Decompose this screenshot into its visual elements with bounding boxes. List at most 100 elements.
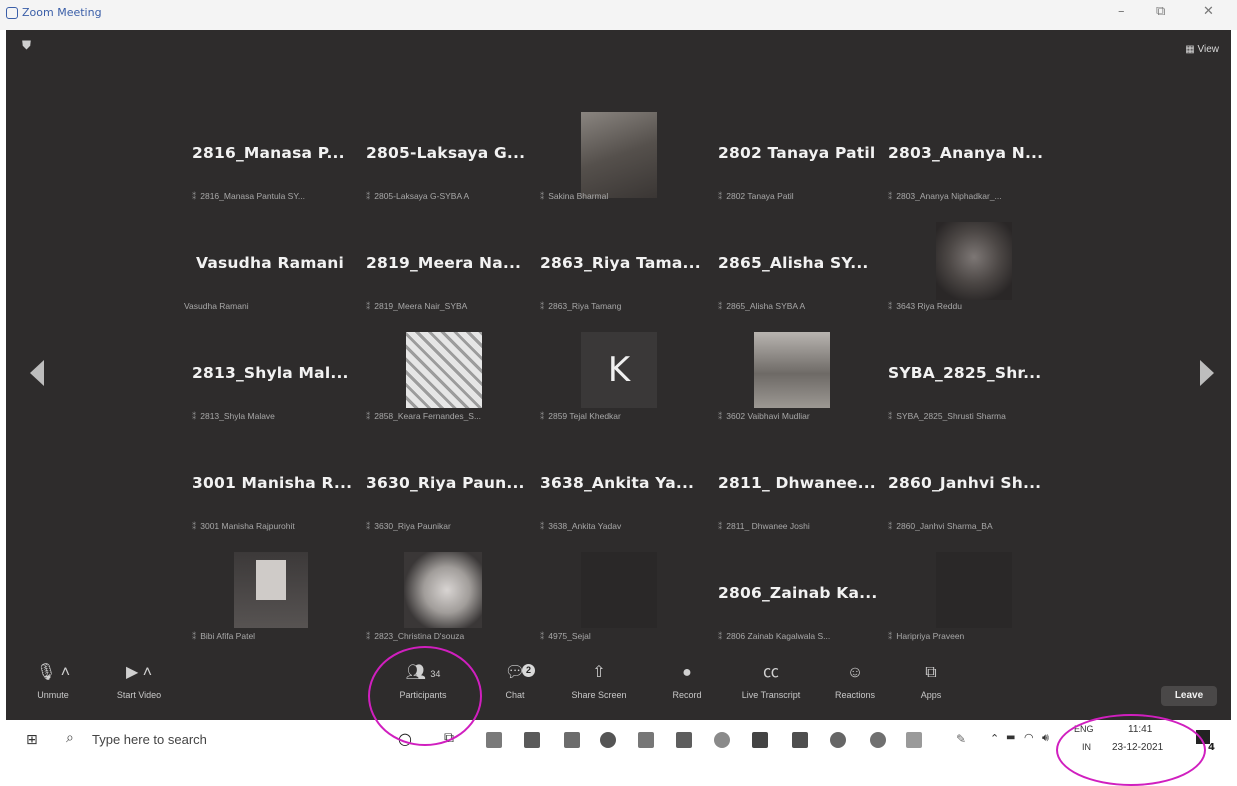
mic-muted-icon: ⁑ [888,631,893,641]
participant-tile[interactable]: 2863_Riya Tama... ⁑ 2863_Riya Tamang [536,222,708,332]
share-screen-icon: ⇧ [592,664,606,681]
windows-start-icon[interactable]: ⊞ [26,732,38,748]
participant-name: 4975_Sejal [548,631,591,641]
mic-muted-icon: ⁑ [888,521,893,531]
taskbar-search-input[interactable]: Type here to search [92,732,207,747]
minimize-button[interactable]: – [1118,4,1125,19]
participant-tile[interactable]: ⁑ Haripriya Praveen [884,552,1056,662]
participant-tile[interactable]: ⁑ 2858_Keara Fernandes_S... [362,332,534,442]
participant-tile[interactable]: 3001 Manisha R... ⁑ 3001 Manisha Rajpuroh… [188,442,360,552]
participant-tile[interactable]: 3638_Ankita Ya... ⁑ 3638_Ankita Yadav [536,442,708,552]
participant-name: 2806 Zainab Kagalwala S... [726,631,831,641]
start-video-button[interactable]: ▶︎ ˄ Start Video [102,662,176,700]
participant-tile[interactable]: 2811_ Dhwanee... ⁑ 2811_ Dhwanee Joshi [714,442,886,552]
participant-tile[interactable]: ⁑ Sakina Bharmal [536,112,708,222]
participant-tile[interactable]: ⁑ 3643 Riya Reddu [884,222,1056,332]
mic-muted-icon: ⁑ [540,191,545,201]
participant-tile[interactable]: ⁑ 2823_Christina D'souza [362,552,534,662]
network-icon[interactable]: ◠ [1024,731,1034,744]
participant-display-name: 2811_ Dhwanee... [718,474,876,492]
participant-name: Sakina Bharmal [548,191,609,201]
pen-icon[interactable]: ✎ [956,732,966,746]
file-explorer-icon[interactable] [486,732,502,748]
apps-icon: ⧉ [925,664,937,681]
participant-tile[interactable]: 2803_Ananya N... ⁑ 2803_Ananya Niphadkar_… [884,112,1056,222]
participant-tile[interactable]: 2805-Laksaya G... ⁑ 2805-Laksaya G-SYBA A [362,112,534,222]
participant-name: 2858_Keara Fernandes_S... [374,411,482,421]
smiley-icon: ☺ [846,664,864,681]
app-icon[interactable] [752,732,768,748]
chat-button[interactable]: 💬︎ 2 Chat [478,662,552,700]
mic-muted-icon: ⁑ [718,301,723,311]
meeting-toolbar: 🎙︎ ˄ Unmute ▶︎ ˄ Start Video 👥︎ 34 Parti… [6,650,1231,720]
participant-name: 2859 Tejal Khedkar [548,411,621,421]
previous-page-arrow-icon[interactable] [30,360,44,386]
restore-button[interactable]: ⧉ [1156,4,1165,19]
participant-tile[interactable]: 2813_Shyla Mal... ⁑ 2813_Shyla Malave [188,332,360,442]
word-icon[interactable] [524,732,540,748]
participant-tile[interactable]: ⁑ Bibi Afifa Patel [188,552,360,662]
participant-tile[interactable]: 2865_Alisha SY... ⁑ 2865_Alisha SYBA A [714,222,886,332]
participant-tile[interactable]: 2806_Zainab Ka... ⁑ 2806 Zainab Kagalwala… [714,552,886,662]
participant-tile[interactable]: ⁑ 4975_Sejal [536,552,708,662]
participant-name: 2802 Tanaya Patil [726,191,794,201]
participant-display-name: 2863_Riya Tama... [540,254,701,272]
browser-profile-icon[interactable] [870,732,886,748]
show-hidden-icons-icon[interactable]: ⌃ [990,732,999,745]
annotation-circle-participants [368,646,482,746]
participant-tile[interactable]: 2816_Manasa P... ⁑ 2816_Manasa Pantula SY… [188,112,360,222]
participant-name: 3001 Manisha Rajpurohit [200,521,295,531]
mail-icon[interactable] [564,732,580,748]
participant-video [754,332,830,408]
participant-display-name: 2819_Meera Na... [366,254,522,272]
participant-avatar: K [581,332,657,408]
closed-caption-icon: ㏄ [762,664,779,681]
participant-name: 2816_Manasa Pantula SY... [200,191,306,201]
mic-muted-icon: ⁑ [366,411,371,421]
next-page-arrow-icon[interactable] [1200,360,1214,386]
title-bar: Zoom Meeting – ⧉ ✕ [0,0,1237,30]
record-button[interactable]: ● Record [650,662,724,700]
start-video-label: Start Video [116,690,162,700]
apps-button[interactable]: ⧉ Apps [894,662,968,700]
microphone-muted-icon: 🎙︎ ˄ [35,664,71,681]
edge-icon[interactable] [714,732,730,748]
participant-name: Haripriya Praveen [896,631,965,641]
video-off-icon: ▶︎ ˄ [125,664,153,681]
participant-tile[interactable]: Vasudha Ramani Vasudha Ramani [184,222,360,332]
unmute-label: Unmute [37,690,69,700]
speaker-icon[interactable]: 🔊︎ [1042,731,1049,745]
chat-badge: 2 [522,664,535,677]
apps-label: Apps [920,690,942,700]
notification-count: 4 [1208,742,1215,753]
powerpoint-icon[interactable] [676,732,692,748]
close-button[interactable]: ✕ [1203,4,1214,19]
participant-tile[interactable]: SYBA_2825_Shr... ⁑ SYBA_2825_Shrusti Shar… [884,332,1056,442]
monitor-app-icon[interactable] [906,732,922,748]
reactions-button[interactable]: ☺ Reactions [818,662,892,700]
battery-icon: ▬ [1006,732,1016,743]
share-screen-button[interactable]: ⇧ Share Screen [562,662,636,700]
participant-name: 3602 Vaibhavi Mudliar [726,411,810,421]
participant-tile[interactable]: K ⁑ 2859 Tejal Khedkar [536,332,708,442]
participant-tile[interactable]: 2802 Tanaya Patil ⁑ 2802 Tanaya Patil [714,112,886,222]
participant-display-name: 2860_Janhvi Sh... [888,474,1042,492]
participant-tile[interactable]: ⁑ 3602 Vaibhavi Mudliar [714,332,886,442]
chrome-icon[interactable] [600,732,616,748]
participant-tile[interactable]: 3630_Riya Paun... ⁑ 3630_Riya Paunikar [362,442,534,552]
participant-video [581,112,657,198]
calculator-icon[interactable] [638,732,654,748]
security-shield-icon[interactable]: ⛊ [22,38,31,53]
zoom-app-icon[interactable] [792,732,808,748]
leave-button[interactable]: Leave [1161,686,1217,706]
mic-muted-icon: ⁑ [192,411,197,421]
participant-tile[interactable]: 2819_Meera Na... ⁑ 2819_Meera Nair_SYBA [362,222,534,332]
view-button[interactable]: ▦ View [1185,44,1219,55]
participant-tile[interactable]: 2860_Janhvi Sh... ⁑ 2860_Janhvi Sharma_BA [884,442,1056,552]
participant-video [404,552,482,628]
browser-icon[interactable] [830,732,846,748]
mic-muted-icon: ⁑ [540,411,545,421]
live-transcript-button[interactable]: ㏄ Live Transcript [734,662,808,700]
participant-display-name: 2865_Alisha SY... [718,254,869,272]
unmute-button[interactable]: 🎙︎ ˄ Unmute [16,662,90,700]
